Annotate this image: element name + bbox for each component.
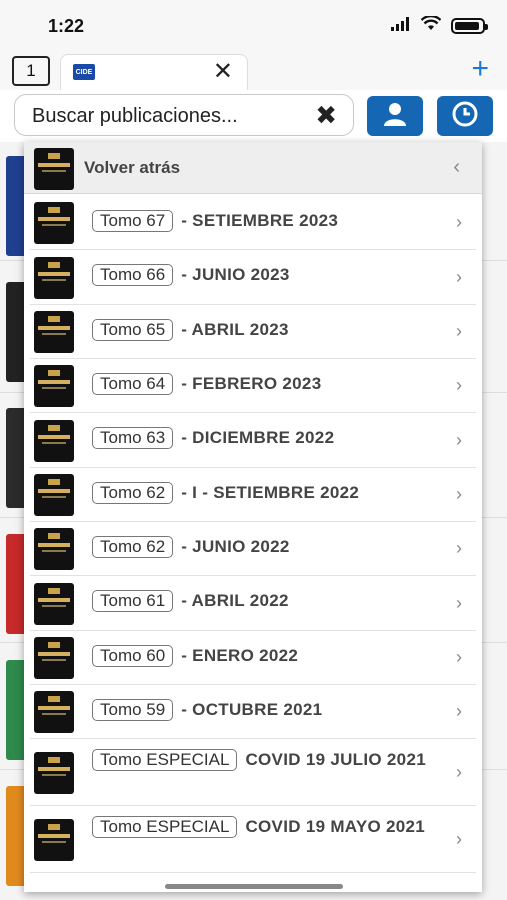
chevron-right-icon: ›	[456, 761, 462, 782]
status-bar: 1:22	[0, 0, 507, 50]
tomo-badge: Tomo ESPECIAL	[92, 816, 238, 838]
list-item-text: Tomo ESPECIAL COVID 19 JULIO 2021	[92, 749, 432, 771]
new-tab-button[interactable]: +	[471, 52, 489, 86]
browser-tab[interactable]: CIDE ✕	[60, 54, 248, 90]
tomo-badge: Tomo 61	[92, 590, 174, 612]
chevron-right-icon: ›	[456, 701, 462, 721]
chevron-right-icon: ›	[456, 375, 462, 395]
list-item[interactable]: Tomo 61 - ABRIL 2022 ›	[30, 576, 476, 631]
list-item[interactable]: Tomo 62 - JUNIO 2022 ›	[30, 522, 476, 576]
list-item-text: Tomo 64 - FEBRERO 2023	[92, 373, 432, 395]
list-item[interactable]: Tomo 59 - OCTUBRE 2021 ›	[30, 685, 476, 739]
status-time: 1:22	[48, 16, 85, 36]
list-item-text: Tomo 63 - DICIEMBRE 2022	[92, 427, 432, 449]
chevron-right-icon: ›	[456, 429, 462, 450]
cover-thumbnail	[34, 691, 74, 733]
close-icon[interactable]: ✖	[315, 101, 337, 129]
chevron-right-icon: ›	[456, 538, 462, 558]
wifi-icon	[420, 14, 442, 36]
close-tab-icon[interactable]: ✕	[213, 58, 233, 86]
list-item-title: - ENERO 2022	[181, 646, 299, 665]
tab-count-button[interactable]: 1	[12, 56, 50, 86]
tomo-badge: Tomo 66	[92, 264, 174, 286]
cover-thumbnail	[34, 637, 74, 679]
user-button[interactable]	[367, 96, 423, 136]
list-item-title: - FEBRERO 2023	[181, 374, 322, 393]
search-row: Buscar publicaciones... ✖	[0, 90, 507, 142]
list-item-text: Tomo 60 - ENERO 2022	[92, 645, 432, 667]
list-item-title: COVID 19 MAYO 2021	[245, 817, 426, 836]
list-item-text: Tomo ESPECIAL COVID 19 MAYO 2021	[92, 816, 432, 838]
signal-icon	[391, 16, 411, 36]
cover-thumbnail	[34, 202, 74, 244]
cover-thumbnail	[34, 256, 74, 299]
tomo-badge: Tomo 62	[92, 482, 174, 504]
cover-thumbnail	[34, 582, 74, 625]
chevron-right-icon: ›	[456, 266, 462, 287]
tomo-badge: Tomo 62	[92, 536, 174, 558]
chevron-right-icon: ›	[456, 592, 462, 613]
list-item[interactable]: Tomo 66 - JUNIO 2023 ›	[30, 250, 476, 305]
list-item[interactable]: Tomo ESPECIAL COVID 19 MAYO 2021 ›	[30, 806, 476, 873]
chevron-right-icon: ›	[456, 828, 462, 849]
tomo-badge: Tomo 63	[92, 427, 174, 449]
cover-thumbnail	[34, 311, 74, 353]
favicon-icon: CIDE	[73, 64, 95, 80]
list-item-title: - OCTUBRE 2021	[181, 700, 323, 719]
chevron-right-icon: ›	[456, 484, 462, 504]
cover-thumbnail	[34, 818, 74, 861]
tab-bar: 1 CIDE ✕ +	[0, 50, 507, 90]
cover-thumbnail	[34, 528, 74, 570]
home-indicator	[165, 884, 343, 889]
tomo-badge: Tomo 60	[92, 645, 174, 667]
cover-thumbnail	[34, 474, 74, 516]
chevron-right-icon: ›	[456, 321, 462, 341]
list-item-title: - SETIEMBRE 2023	[181, 211, 339, 230]
list-item[interactable]: Tomo 64 - FEBRERO 2023 ›	[30, 359, 476, 413]
list-item-title: - JUNIO 2022	[181, 537, 290, 556]
publications-dropdown: Volver atrás ‹ Tomo 67- SETIEMBRE 2023 › T…	[24, 142, 482, 892]
list-item-text: Tomo 67 - SETIEMBRE 2023	[92, 210, 432, 232]
list-item-title: - I - SETIEMBRE 2022	[181, 483, 360, 502]
tomo-badge: Tomo 64	[92, 373, 174, 395]
tomo-badge: Tomo 59	[92, 699, 174, 721]
list-item[interactable]: Tomo 67 - SETIEMBRE 2023 ›	[30, 196, 476, 250]
back-button[interactable]: Volver atrás ‹	[24, 142, 482, 194]
list-item[interactable]: Tomo 62 - I - SETIEMBRE 2022 ›	[30, 468, 476, 522]
user-icon	[382, 101, 408, 132]
cover-thumbnail	[34, 751, 74, 794]
back-label: Volver atrás	[84, 158, 181, 177]
list-item-title: - ABRIL 2023	[181, 320, 289, 339]
list-item-title: - ABRIL 2022	[181, 591, 289, 610]
battery-icon	[451, 18, 488, 34]
cover-thumbnail	[34, 365, 74, 407]
list-item-text: Tomo 66 - JUNIO 2023	[92, 264, 432, 286]
cover-thumbnail	[34, 419, 74, 462]
history-button[interactable]	[437, 96, 493, 136]
search-placeholder: Buscar publicaciones...	[32, 105, 238, 127]
tomo-badge: Tomo ESPECIAL	[92, 749, 238, 771]
list-item[interactable]: Tomo 63 - DICIEMBRE 2022 ›	[30, 413, 476, 468]
list-item-text: Tomo 61 - ABRIL 2022	[92, 590, 432, 612]
tomo-badge: Tomo 65	[92, 319, 174, 341]
list-item-text: Tomo 62 - I - SETIEMBRE 2022	[92, 482, 432, 504]
chevron-right-icon: ›	[456, 647, 462, 667]
cover-thumbnail	[34, 148, 74, 190]
chevron-right-icon: ›	[456, 212, 462, 232]
list-item[interactable]: Tomo 65 - ABRIL 2023 ›	[30, 305, 476, 359]
list-item-text: Tomo 59 - OCTUBRE 2021	[92, 699, 432, 721]
list-item[interactable]: Tomo 60 - ENERO 2022 ›	[30, 631, 476, 685]
list-item-text: Tomo 62 - JUNIO 2022	[92, 536, 432, 558]
tomo-badge: Tomo 67	[92, 210, 174, 232]
list-item-title: COVID 19 JULIO 2021	[245, 750, 426, 769]
chevron-left-icon: ‹	[453, 156, 460, 178]
clock-icon	[451, 100, 479, 133]
status-icons	[391, 14, 488, 36]
list-item[interactable]: Tomo ESPECIAL COVID 19 JULIO 2021 ›	[30, 739, 476, 806]
search-input[interactable]: Buscar publicaciones... ✖	[14, 94, 354, 136]
list-item-title: - DICIEMBRE 2022	[181, 428, 335, 447]
list-item-text: Tomo 65 - ABRIL 2023	[92, 319, 432, 341]
list-item-title: - JUNIO 2023	[181, 265, 290, 284]
